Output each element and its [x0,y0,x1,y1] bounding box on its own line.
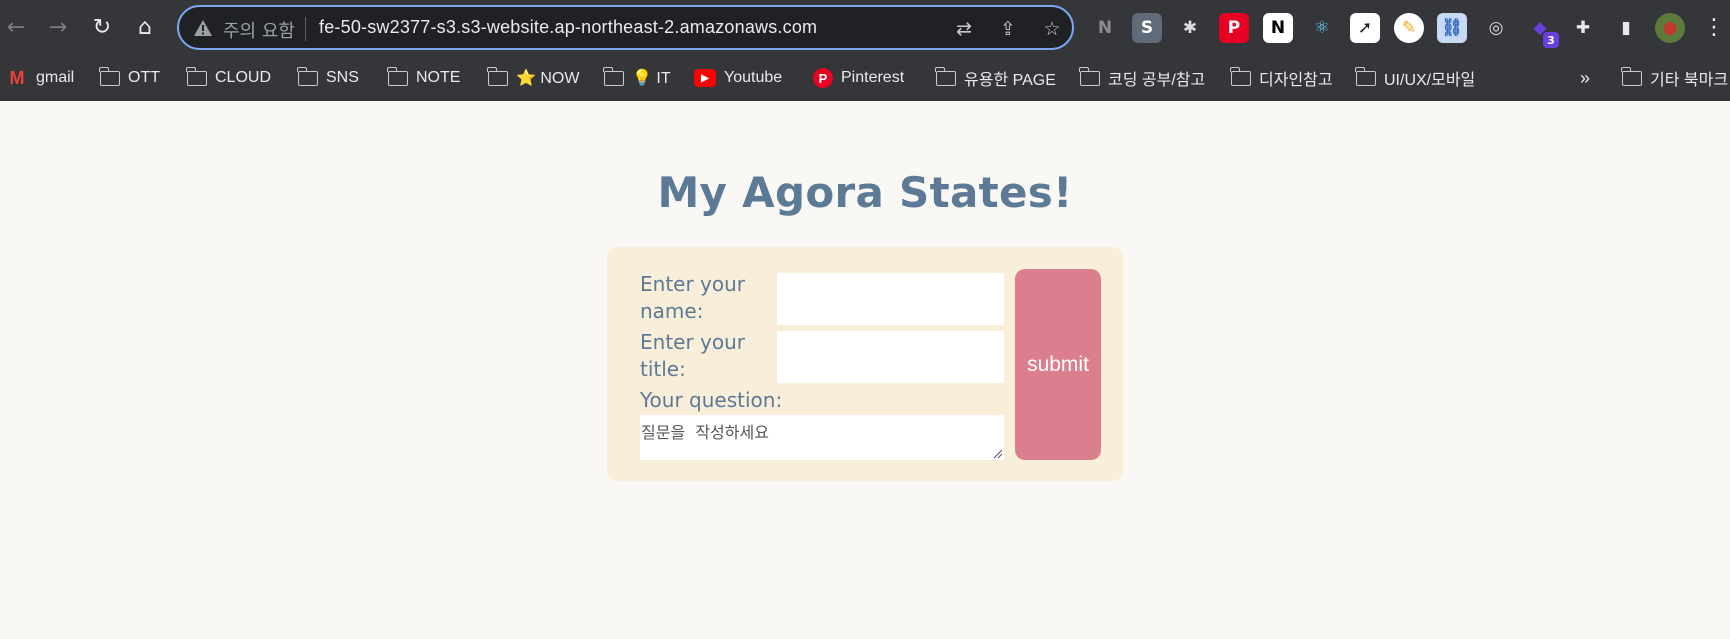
bookmarks-bar: Mgmail OTT CLOUD SNS NOTE ⭐ NOW 💡 IT ▶ Youtube P P… [0,56,1730,100]
gear-extension-icon[interactable]: ✱ [1175,13,1205,43]
gem-extension-icon[interactable]: ◆ 3 [1525,13,1559,48]
bookmark-label: 디자인참고 [1259,72,1333,89]
bookmark-item[interactable]: 유용한 PAGE [935,65,1056,91]
bookmark-star-icon[interactable]: ☆ [1039,16,1065,42]
page-title: My Agora States! [657,168,1073,217]
extension-glyph: ⚛ [1314,18,1330,38]
name-input[interactable] [777,273,1004,325]
extension-glyph: P [1227,18,1241,38]
extension-glyph: ▮ [1621,18,1631,38]
n-stripes-extension-icon[interactable]: N [1090,13,1120,43]
folder-icon [186,66,207,86]
browser-toolbar: ← → ↻ ⌂ 주의 요함 fe-50-sw2377-s3.s3-website… [0,0,1730,56]
bookmark-label: ⭐ NOW [516,70,580,87]
address-bar[interactable]: 주의 요함 fe-50-sw2377-s3.s3-website.ap-nort… [177,5,1074,50]
browser-chrome: ← → ↻ ⌂ 주의 요함 fe-50-sw2377-s3.s3-website… [0,0,1730,101]
extension-glyph: N [1270,18,1286,38]
side-panel-icon[interactable]: ▮ [1611,13,1641,43]
extension-glyph: ⛓ [1441,18,1463,38]
extension-badge: 3 [1543,32,1559,48]
translate-icon[interactable]: ⇄ [951,16,977,42]
share-icon[interactable]: ⇪ [995,16,1021,42]
folder-icon [297,66,318,86]
question-textarea[interactable] [640,415,1004,460]
extension-glyph: ✎ [1401,18,1417,38]
puzzle-extensions-icon[interactable]: ✚ [1568,13,1598,43]
bookmark-label: SNS [326,69,359,86]
bookmark-label: Pinterest [841,69,905,86]
extension-glyph: N [1097,18,1113,38]
profile-avatar-icon[interactable]: ● [1655,13,1685,43]
pinterest-extension-icon[interactable]: P [1219,13,1249,43]
title-label: Enter your title: [640,330,746,381]
bookmark-label: CLOUD [215,69,272,86]
bookmark-label: gmail [36,69,75,86]
resize-grip-icon[interactable] [993,449,1003,459]
bookmark-label: OTT [128,69,160,86]
pinterest-icon: P [813,68,833,88]
notion-extension-icon[interactable]: N [1263,13,1293,43]
extension-glyph: ● [1662,18,1678,38]
extension-glyph: ✱ [1182,18,1198,38]
bookmark-label: 코딩 공부/참고 [1108,72,1206,89]
target-extension-icon[interactable]: ◎ [1481,13,1511,43]
more-menu-icon[interactable]: ⋮ [1698,12,1730,44]
bookmark-label: UI/UX/모바일 [1384,72,1476,89]
folder-icon [935,66,956,86]
bookmark-item[interactable]: 코딩 공부/참고 [1079,65,1206,91]
extension-glyph: ◎ [1488,18,1504,38]
bookmark-item[interactable]: 디자인참고 [1230,65,1333,91]
submit-button[interactable]: submit [1015,269,1101,460]
color-picker-extension-icon[interactable]: ✎ [1394,13,1424,43]
folder-icon [1230,66,1251,86]
security-status-label[interactable]: 주의 요함 [223,17,295,43]
bookmark-label: Youtube [724,69,783,86]
bookmark-item[interactable]: UI/UX/모바일 [1355,65,1476,91]
folder-icon [99,66,120,86]
bookmark-item[interactable]: NOTE [387,65,461,91]
bookmark-label: NOTE [416,69,461,86]
bookmarks-overflow-chevron-icon[interactable]: » [1580,65,1590,91]
folder-icon [603,66,624,86]
omnibox-separator [305,17,306,41]
bookmark-item[interactable]: OTT [99,65,160,91]
other-bookmarks-label: 기타 북마크 [1650,72,1729,89]
home-icon[interactable]: ⌂ [129,12,161,44]
name-label: Enter your name: [640,272,746,323]
bookmark-item[interactable]: SNS [297,65,359,91]
paper-plane-extension-icon[interactable]: ➚ [1350,13,1380,43]
question-label: Your question: [640,388,783,412]
bookmark-label: 유용한 PAGE [964,72,1056,89]
folder-icon [487,66,508,86]
bookmark-item[interactable]: CLOUD [186,65,272,91]
link-extension-icon[interactable]: ⛓ [1437,13,1467,43]
gmail-icon: M [9,67,25,88]
back-arrow-icon[interactable]: ← [0,12,32,44]
title-input[interactable] [777,331,1004,383]
youtube-icon: ▶ [694,69,716,87]
s-extension-icon[interactable]: S [1132,13,1162,43]
forward-arrow-icon[interactable]: → [42,12,74,44]
folder-icon [387,66,408,86]
reload-icon[interactable]: ↻ [86,12,118,44]
warning-triangle-icon[interactable] [193,18,213,38]
other-bookmarks[interactable]: 기타 북마크 [1621,65,1729,91]
extension-glyph: ➚ [1357,18,1373,38]
bookmark-item[interactable]: Mgmail [6,65,75,91]
bookmark-item[interactable]: P Pinterest [813,65,904,91]
extension-glyph: ✚ [1575,18,1591,38]
folder-icon [1621,66,1642,86]
bookmark-label: 💡 IT [632,70,671,87]
question-form: Enter your name: Enter your title: Your … [607,247,1123,481]
folder-icon [1355,66,1376,86]
react-devtools-icon[interactable]: ⚛ [1307,13,1337,43]
bookmark-item[interactable]: ▶ Youtube [694,65,782,91]
bookmark-item[interactable]: ⭐ NOW [487,65,580,91]
bookmark-item[interactable]: 💡 IT [603,65,671,91]
folder-icon [1079,66,1100,86]
url-text[interactable]: fe-50-sw2377-s3.s3-website.ap-northeast-… [319,17,817,38]
extension-glyph: S [1140,18,1154,38]
